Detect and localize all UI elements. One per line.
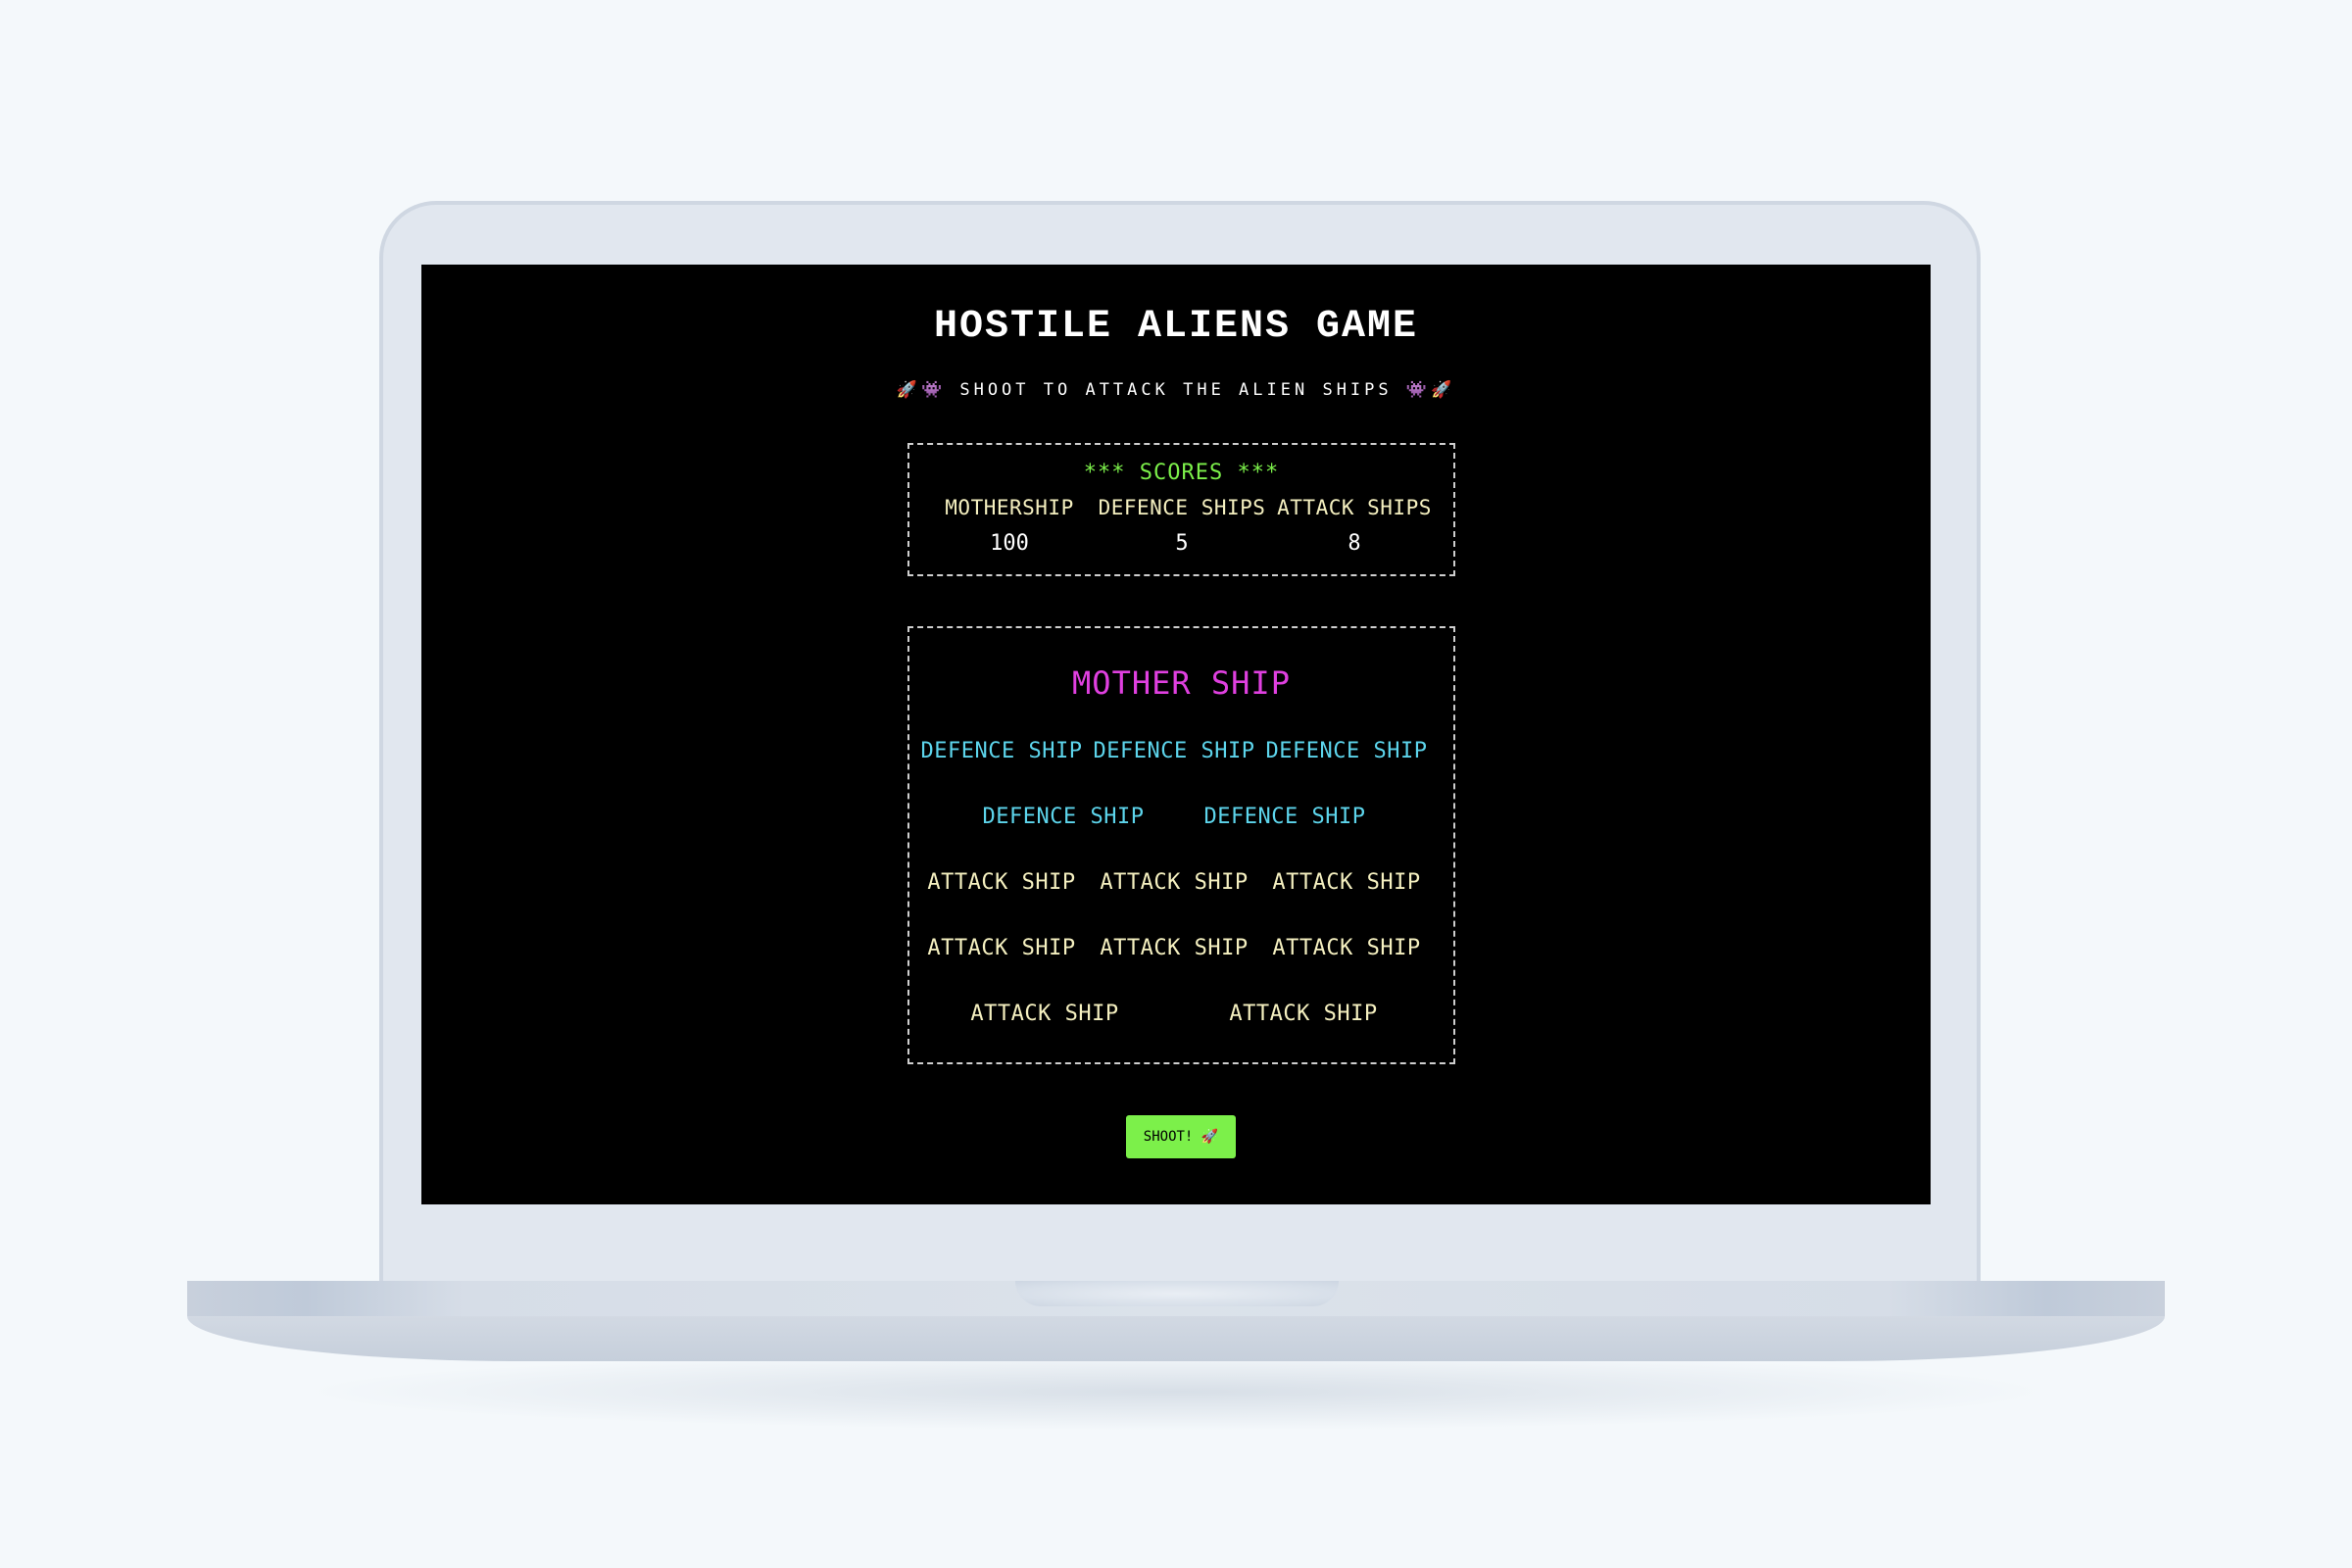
attack-ship[interactable]: Attack Ship (1258, 870, 1435, 895)
attack-ship[interactable]: Attack Ship (1086, 870, 1262, 895)
defence-ship[interactable]: Defence Ship (913, 739, 1090, 763)
mothership-score-label: Mothership (945, 496, 1074, 519)
game-subtitle: 🚀👾 Shoot to attack the alien ships 👾🚀 (896, 380, 1456, 400)
game-screen: Hostile Aliens Game 🚀👾 Shoot to attack t… (421, 265, 1931, 1204)
defence-ship[interactable]: Defence Ship (975, 805, 1152, 829)
scores-panel: *** Scores *** Mothership 100 Defence Sh… (907, 443, 1455, 576)
mother-ship[interactable]: Mother Ship (909, 664, 1453, 702)
attack-ship[interactable]: Attack Ship (1086, 936, 1262, 960)
attack-ships-score-label: Attack Ships (1277, 496, 1432, 519)
laptop-bottom (187, 1316, 2165, 1361)
defence-ships-score-value: 5 (1175, 531, 1189, 556)
attack-ship[interactable]: Attack Ship (1258, 936, 1435, 960)
laptop-notch (1015, 1281, 1339, 1306)
attack-ship[interactable]: Attack Ship (1215, 1002, 1392, 1026)
defence-ships-score: Defence Ships 5 (1094, 496, 1270, 556)
defence-ships-score-label: Defence Ships (1098, 496, 1266, 519)
defence-ship[interactable]: Defence Ship (1197, 805, 1373, 829)
mothership-score-value: 100 (990, 531, 1029, 556)
laptop-shadow (294, 1352, 2058, 1431)
attack-ships-score: Attack Ships 8 (1266, 496, 1443, 556)
attack-ship[interactable]: Attack Ship (956, 1002, 1133, 1026)
defence-ship[interactable]: Defence Ship (1086, 739, 1262, 763)
mothership-score: Mothership 100 (921, 496, 1098, 556)
shoot-button[interactable]: Shoot! 🚀 (1126, 1115, 1236, 1158)
ships-panel: Mother Ship Defence Ship Defence Ship De… (907, 626, 1455, 1064)
attack-ships-score-value: 8 (1348, 531, 1361, 556)
attack-ship[interactable]: Attack Ship (913, 870, 1090, 895)
attack-ship[interactable]: Attack Ship (913, 936, 1090, 960)
scores-title: *** Scores *** (1083, 461, 1280, 485)
defence-ship[interactable]: Defence Ship (1258, 739, 1435, 763)
game-title: Hostile Aliens Game (933, 305, 1419, 349)
